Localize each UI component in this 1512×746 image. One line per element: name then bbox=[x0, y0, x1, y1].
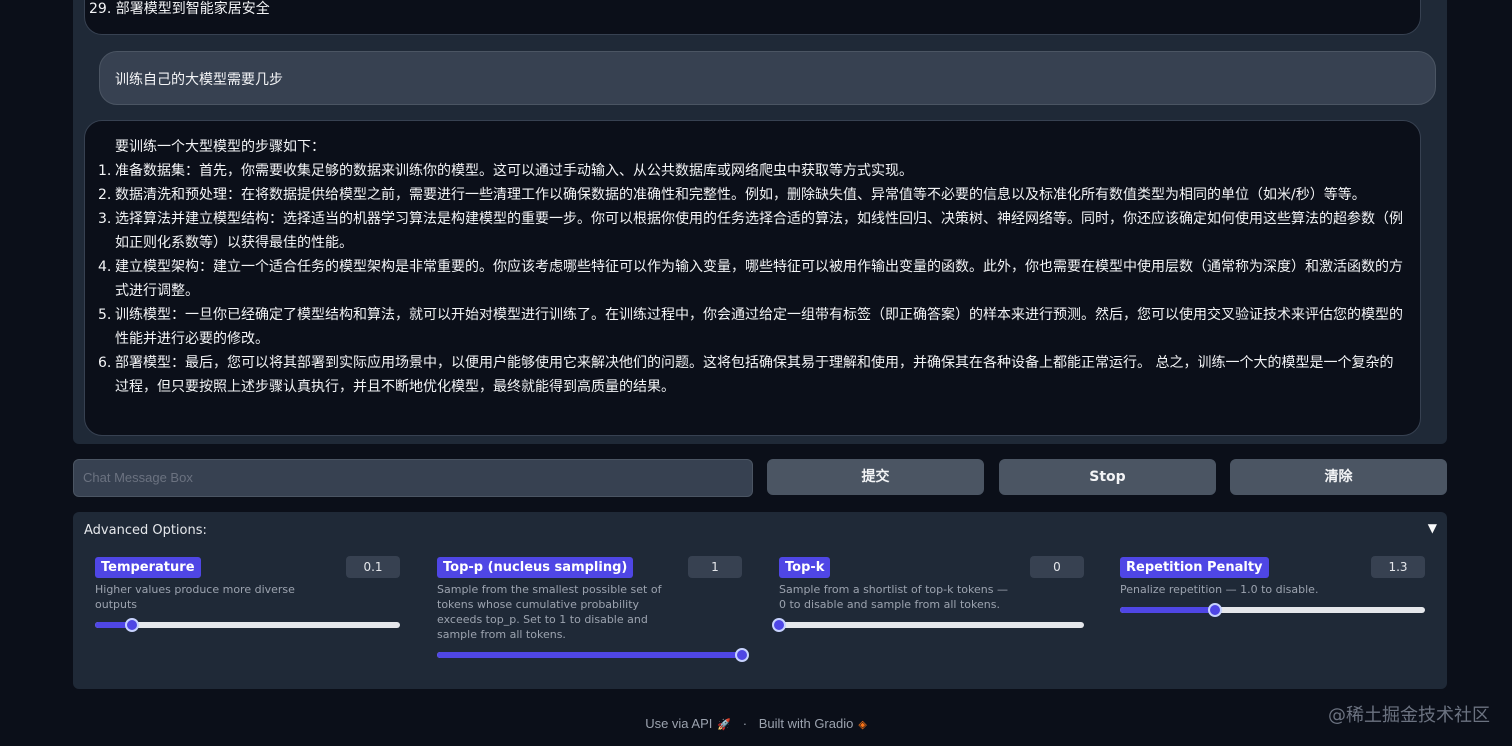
step-number: 5. bbox=[98, 307, 112, 323]
bot-message-text: 29. 部署模型到智能家居安全 bbox=[89, 1, 270, 17]
stop-button[interactable]: Stop bbox=[999, 459, 1216, 495]
slider-label: Top-k bbox=[779, 557, 831, 578]
slider-top-p: Top-p (nucleus sampling) 1 Sample from t… bbox=[437, 556, 749, 662]
footer-separator: · bbox=[742, 716, 748, 731]
chat-message-placeholder: Chat Message Box bbox=[83, 470, 193, 485]
step-text: 数据清洗和预处理：在将数据提供给模型之前，需要进行一些清理工作以确保数据的准确性… bbox=[115, 187, 1366, 203]
clear-button[interactable]: 清除 bbox=[1230, 459, 1447, 495]
list-item: 4. 建立模型架构：建立一个适合任务的模型架构是非常重要的。你应该考虑哪些特征可以… bbox=[98, 255, 1404, 303]
slider-fill bbox=[1120, 607, 1215, 613]
list-item: 3. 选择算法并建立模型结构：选择适当的机器学习算法是构建模型的重要一步。你可以根… bbox=[98, 207, 1404, 255]
slider-description: Sample from the smallest possible set of… bbox=[437, 583, 662, 641]
slider-thumb[interactable] bbox=[735, 648, 749, 662]
slider-value-input[interactable]: 1.3 bbox=[1371, 556, 1425, 578]
chat-message-input[interactable]: Chat Message Box bbox=[73, 459, 753, 497]
step-text: 选择算法并建立模型结构：选择适当的机器学习算法是构建模型的重要一步。你可以根据你… bbox=[115, 211, 1403, 251]
step-number: 1. bbox=[98, 163, 112, 179]
user-message: 训练自己的大模型需要几步 bbox=[99, 51, 1436, 105]
list-item: 2. 数据清洗和预处理：在将数据提供给模型之前，需要进行一些清理工作以确保数据的准… bbox=[98, 183, 1404, 207]
slider-value-input[interactable]: 0 bbox=[1030, 556, 1084, 578]
slider-description: Higher values produce more diverse outpu… bbox=[95, 583, 295, 611]
step-number: 2. bbox=[98, 187, 112, 203]
step-number: 6. bbox=[98, 355, 112, 371]
user-message-text: 训练自己的大模型需要几步 bbox=[115, 72, 283, 88]
step-text: 建立模型架构：建立一个适合任务的模型架构是非常重要的。你应该考虑哪些特征可以作为… bbox=[115, 259, 1403, 299]
slider-repetition-penalty: Repetition Penalty 1.3 Penalize repetiti… bbox=[1120, 556, 1425, 617]
slider-fill bbox=[437, 652, 742, 658]
slider-temperature: Temperature 0.1 Higher values produce mo… bbox=[95, 556, 400, 632]
step-text: 准备数据集：首先，你需要收集足够的数据来训练你的模型。这可以通过手动输入、从公共… bbox=[115, 163, 913, 179]
slider-top-k: Top-k 0 Sample from a shortlist of top-k… bbox=[772, 556, 1084, 632]
watermark: @稀土掘金技术社区 bbox=[1328, 705, 1490, 726]
bot-steps-list: 1. 准备数据集：首先，你需要收集足够的数据来训练你的模型。这可以通过手动输入、从… bbox=[98, 159, 1404, 399]
list-item: 1. 准备数据集：首先，你需要收集足够的数据来训练你的模型。这可以通过手动输入、从… bbox=[98, 159, 1404, 183]
slider-track[interactable] bbox=[437, 648, 749, 662]
slider-thumb[interactable] bbox=[1207, 603, 1222, 617]
bot-message-intro: 要训练一个大型模型的步骤如下： bbox=[115, 139, 325, 155]
step-number: 4. bbox=[98, 259, 112, 275]
slider-label: Top-p (nucleus sampling) bbox=[437, 557, 634, 578]
collapse-caret-icon[interactable]: ▼ bbox=[1428, 521, 1437, 535]
advanced-options-panel: Advanced Options: ▼ Temperature 0.1 High… bbox=[73, 512, 1447, 689]
rocket-icon: 🚀 bbox=[717, 719, 732, 731]
slider-track[interactable] bbox=[1120, 603, 1425, 617]
slider-value-input[interactable]: 1 bbox=[688, 556, 742, 578]
slider-description: Sample from a shortlist of top-k tokens … bbox=[779, 583, 1008, 611]
slider-thumb[interactable] bbox=[772, 618, 786, 632]
list-item: 5. 训练模型：一旦你已经确定了模型结构和算法，就可以开始对模型进行训练了。在训练… bbox=[98, 303, 1404, 351]
advanced-options-toggle[interactable]: Advanced Options: bbox=[84, 523, 207, 538]
footer: Use via API 🚀 · Built with Gradio ◈ bbox=[0, 716, 1512, 731]
step-text: 部署模型：最后，您可以将其部署到实际应用场景中，以便用户能够使用它来解决他们的问… bbox=[115, 355, 1394, 395]
slider-label: Temperature bbox=[95, 557, 201, 578]
bot-message: 要训练一个大型模型的步骤如下： 1. 准备数据集：首先，你需要收集足够的数据来训练… bbox=[84, 120, 1421, 436]
list-item: 6. 部署模型：最后，您可以将其部署到实际应用场景中，以便用户能够使用它来解决他们… bbox=[98, 351, 1404, 399]
slider-label: Repetition Penalty bbox=[1120, 557, 1269, 578]
slider-track[interactable] bbox=[772, 618, 1084, 632]
step-text: 训练模型：一旦你已经确定了模型结构和算法，就可以开始对模型进行训练了。在训练过程… bbox=[115, 307, 1403, 347]
step-number: 3. bbox=[98, 211, 112, 227]
submit-button[interactable]: 提交 bbox=[767, 459, 984, 495]
slider-description: Penalize repetition — 1.0 to disable. bbox=[1120, 583, 1319, 596]
bot-message-previous: 29. 部署模型到智能家居安全 bbox=[84, 0, 1421, 35]
slider-value-input[interactable]: 0.1 bbox=[346, 556, 400, 578]
use-via-api-link[interactable]: Use via API bbox=[645, 716, 712, 731]
slider-thumb[interactable] bbox=[124, 618, 139, 632]
slider-track[interactable] bbox=[95, 618, 400, 632]
gradio-logo-icon: ◈ bbox=[858, 719, 867, 731]
built-with-gradio-link[interactable]: Built with Gradio bbox=[759, 716, 854, 731]
